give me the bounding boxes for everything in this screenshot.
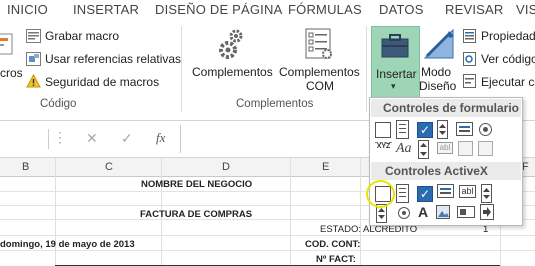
more-dots-icon: ⋮ <box>53 129 67 145</box>
group-label-complementos: Complementos <box>236 98 314 110</box>
form-combo-dropdown-icon[interactable] <box>478 141 493 156</box>
invoice-title-cell[interactable]: FACTURA DE COMPRAS <box>140 209 252 220</box>
ribbon-separator <box>366 26 367 112</box>
form-checkbox-icon[interactable]: ✓ <box>417 122 433 138</box>
form-option-button-icon[interactable] <box>479 123 492 136</box>
form-spin-button-icon[interactable] <box>437 120 448 139</box>
macro-security-button[interactable]: Seguridad de macros <box>45 75 159 89</box>
properties-icon <box>463 29 476 43</box>
form-controls-header: Controles de formulario <box>371 99 521 117</box>
warning-icon <box>26 73 41 88</box>
form-text-field-icon[interactable]: abl <box>437 142 453 154</box>
run-dialog-icon <box>463 74 476 88</box>
ribbon-tab-bar: INICIO INSERTAR DISEÑO DE PÁGINA FÓRMULA… <box>0 0 535 20</box>
business-name-cell[interactable]: NOMBRE DEL NEGOCIO <box>141 179 252 190</box>
highlight-circle <box>366 180 395 208</box>
complementos-button[interactable]: Complementos <box>192 65 273 79</box>
tab-revisar[interactable]: REVISAR <box>445 2 503 17</box>
tab-insertar[interactable]: INSERTAR <box>73 2 139 17</box>
complementos-com-button-line1[interactable]: Complementos <box>279 65 360 79</box>
design-mode-label-2[interactable]: Diseño <box>419 79 456 93</box>
run-dialog-button[interactable]: Ejecutar cu <box>481 75 535 89</box>
column-header-e[interactable]: E <box>322 161 329 173</box>
column-header-d[interactable]: D <box>222 161 230 173</box>
insert-function-icon[interactable]: fx <box>156 130 165 146</box>
n-fact-label-cell[interactable]: Nº FACT: <box>316 254 356 265</box>
tab-datos[interactable]: DATOS <box>379 2 424 17</box>
activex-combo-box-icon[interactable] <box>396 184 409 203</box>
form-group-box-icon[interactable]: XYZ <box>375 142 392 158</box>
com-addin-icon <box>305 28 333 60</box>
complementos-com-button-line2[interactable]: COM <box>306 79 334 93</box>
relative-refs-icon <box>26 52 41 66</box>
relative-refs-button[interactable]: Usar referencias relativas <box>45 52 181 66</box>
form-label-icon[interactable]: Aa <box>396 141 412 157</box>
activex-controls-header: Controles ActiveX <box>371 162 521 180</box>
toolbox-icon <box>379 30 411 60</box>
macros-icon[interactable] <box>0 30 16 60</box>
group-label-codigo: Código <box>40 98 77 110</box>
activex-image-icon[interactable] <box>436 205 450 219</box>
tab-vista[interactable]: VIST <box>516 2 535 17</box>
tab-inicio[interactable]: INICIO <box>7 2 48 17</box>
tab-formulas[interactable]: FÓRMULAS <box>288 2 362 17</box>
activex-controls-title: Controles ActiveX <box>385 164 488 178</box>
enter-icon[interactable]: ✓ <box>121 130 133 147</box>
tab-diseno-pagina[interactable]: DISEÑO DE PÁGINA <box>155 2 282 17</box>
cod-cont-label-cell[interactable]: COD. CONT: <box>305 239 360 250</box>
activex-option-button-icon[interactable] <box>398 207 410 219</box>
cancel-icon[interactable]: ✕ <box>86 130 98 147</box>
insertar-button-label[interactable]: Insertar <box>376 67 417 81</box>
form-combo-box-icon[interactable] <box>396 120 409 139</box>
activex-label-icon[interactable]: A <box>418 204 434 220</box>
estado-label-cell[interactable]: ESTADO: <box>320 224 361 235</box>
column-header-c[interactable]: C <box>105 161 113 173</box>
view-code-icon <box>463 52 476 66</box>
insert-controls-dropdown: Controles de formulario ✓ XYZ Aa abl Con… <box>369 97 523 226</box>
ribbon-separator <box>181 26 182 112</box>
activex-scroll-bar-icon[interactable] <box>481 184 492 203</box>
grid-line <box>0 235 535 236</box>
grid-line <box>0 250 535 251</box>
chevron-down-icon: ▾ <box>391 81 396 91</box>
view-code-button[interactable]: Ver código <box>481 52 535 66</box>
gear-icon <box>218 26 248 62</box>
column-header-f[interactable]: F <box>522 161 529 173</box>
column-header-b[interactable]: B <box>22 161 29 173</box>
record-macro-icon <box>26 29 41 43</box>
form-scroll-bar-icon[interactable] <box>418 140 429 159</box>
form-controls-title: Controles de formulario <box>383 101 520 115</box>
record-macro-button[interactable]: Grabar macro <box>45 29 119 43</box>
form-combo-list-icon[interactable] <box>458 141 473 156</box>
date-cell[interactable]: domingo, 19 de mayo de 2013 <box>0 239 135 250</box>
properties-button[interactable]: Propiedad <box>481 29 535 43</box>
activex-more-controls-icon[interactable] <box>480 204 494 220</box>
form-button-icon[interactable] <box>375 122 391 138</box>
activex-toggle-button-icon[interactable] <box>457 206 475 218</box>
macros-button-label[interactable]: cros <box>0 66 23 80</box>
design-mode-icon <box>423 28 457 60</box>
activex-list-box-icon[interactable] <box>437 184 454 198</box>
form-list-box-icon[interactable] <box>456 122 473 136</box>
design-mode-label-1[interactable]: Modo <box>421 65 451 79</box>
formula-separator <box>180 125 181 153</box>
activex-text-box-icon[interactable]: abl <box>459 185 476 198</box>
activex-checkbox-icon[interactable]: ✓ <box>417 186 433 202</box>
name-box[interactable] <box>0 129 49 149</box>
